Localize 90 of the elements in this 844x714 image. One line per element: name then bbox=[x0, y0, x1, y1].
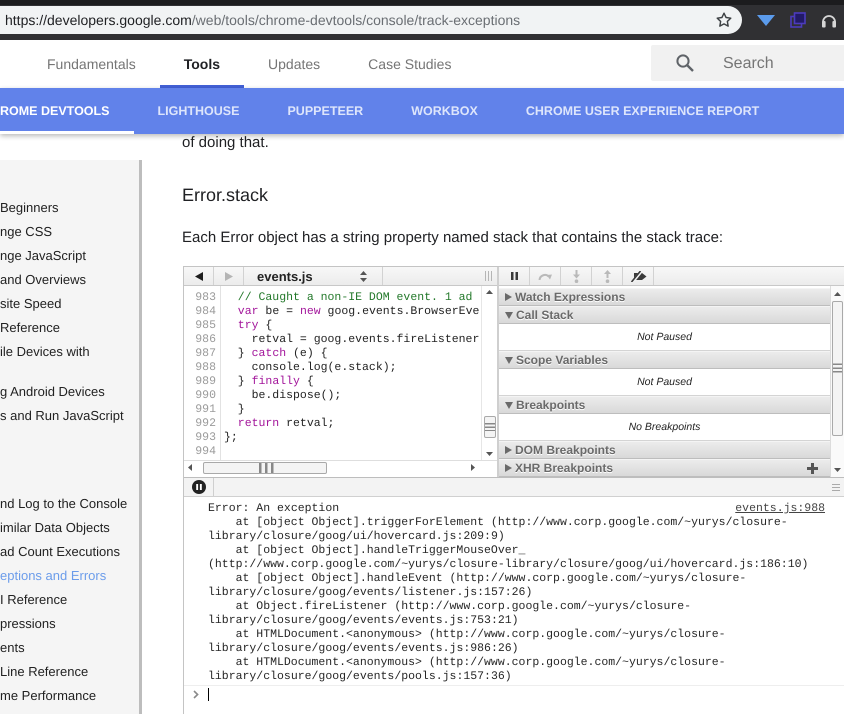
line-number: 994 bbox=[195, 445, 216, 459]
sidebar-link[interactable]: Reference bbox=[0, 316, 139, 340]
chevron-right-icon bbox=[193, 690, 199, 698]
squares-icon[interactable] bbox=[790, 12, 806, 28]
sidebar-link[interactable]: g Android Devices bbox=[0, 380, 139, 404]
sidebar-link[interactable]: nd Log to the Console bbox=[0, 492, 139, 516]
code-line: var be = new goog.events.BrowserEve bbox=[236, 305, 480, 319]
scrollbar-thumb[interactable] bbox=[832, 301, 843, 436]
code-line: } catch (e) { bbox=[236, 347, 328, 361]
sidebar-link[interactable]: pressions bbox=[0, 612, 139, 636]
scroll-down-icon bbox=[486, 452, 493, 456]
address-bar[interactable]: https://developers.google.com/web/tools/chrome-devtools/console/track-exceptions bbox=[0, 6, 742, 34]
line-number: 985 bbox=[195, 319, 216, 333]
search-icon bbox=[676, 54, 694, 72]
status-text: Not Paused bbox=[637, 331, 692, 343]
sidebar-link[interactable]: imilar Data Objects bbox=[0, 516, 139, 540]
code-line: } bbox=[236, 403, 245, 417]
section-header[interactable]: XHR Breakpoints bbox=[499, 459, 830, 477]
grip-icon[interactable] bbox=[485, 271, 492, 281]
sidebar-link[interactable]: ad Count Executions bbox=[0, 540, 139, 564]
scrollbar-track[interactable] bbox=[830, 286, 844, 477]
code-line: return retval; bbox=[236, 417, 334, 431]
line-number: 991 bbox=[195, 403, 216, 417]
line-number: 986 bbox=[195, 333, 216, 347]
updown-arrows-icon bbox=[360, 270, 366, 282]
section-header[interactable]: DOM Breakpoints bbox=[499, 441, 830, 459]
stack-trace-line: at [object Object].triggerForElement (http://www.corp.google.com/~yurys/closure- library/closure/goog/ui/hovercard.js:209:9) bbox=[208, 516, 788, 544]
sidebar-link[interactable]: Beginners bbox=[0, 196, 139, 220]
section-header[interactable]: Scope Variables bbox=[499, 351, 830, 369]
status-text: Not Paused bbox=[637, 376, 692, 388]
nav-tab[interactable]: ROME DEVTOOLS bbox=[0, 88, 134, 134]
code-line: retval = goog.events.fireListener bbox=[250, 333, 480, 347]
header-tab[interactable]: Fundamentals bbox=[23, 40, 160, 88]
section-heading: Error.stack bbox=[182, 184, 268, 207]
scroll-up-icon bbox=[486, 290, 493, 294]
section-header[interactable]: Call Stack bbox=[499, 306, 830, 324]
scrollbar-track[interactable] bbox=[184, 460, 497, 474]
down-triangle-icon[interactable] bbox=[757, 14, 775, 26]
header-tab[interactable]: Updates bbox=[244, 40, 344, 88]
stack-trace-line: at [object Object].handleTriggerMouseOver_ (http://www.corp.google.com/~yurys/closure-library/closure/goog/ui/hovercard.js:186:10) bbox=[208, 544, 808, 572]
sidebar-link[interactable]: me Performance bbox=[0, 684, 139, 708]
sidebar-link[interactable]: Line Reference bbox=[0, 660, 139, 684]
line-number: 987 bbox=[195, 347, 216, 361]
scroll-right-icon bbox=[471, 464, 475, 471]
stack-trace-line: at HTMLDocument.<anonymous> (http://www.corp.google.com/~yurys/closure- library/closure/goog/events/pools.js:157:36) bbox=[208, 656, 726, 684]
code-line: try { bbox=[236, 319, 272, 333]
sidebar-link[interactable]: nge JavaScript bbox=[0, 244, 139, 268]
line-number: 993 bbox=[195, 431, 216, 445]
line-number: 983 bbox=[195, 291, 216, 305]
scrollbar-track[interactable] bbox=[481, 286, 497, 460]
code-line: console.log(e.stack); bbox=[250, 361, 397, 375]
sidebar-link[interactable]: and Overviews bbox=[0, 268, 139, 292]
headphones-icon[interactable] bbox=[821, 12, 837, 28]
status-text: No Breakpoints bbox=[628, 421, 700, 433]
search-field[interactable]: Search bbox=[651, 45, 844, 81]
paragraph-text: Each Error object has a string property named stack that contains the stack trace: bbox=[182, 228, 724, 248]
star-icon[interactable] bbox=[716, 12, 732, 28]
stack-trace-line: at Object.fireListener (http://www.corp.google.com/~yurys/closure- library/closure/goog/events/events.js:753:21) bbox=[208, 600, 692, 628]
error-message: Error: An exception bbox=[208, 502, 340, 516]
plus-icon[interactable] bbox=[807, 462, 818, 474]
sidebar-link[interactable]: ile Devices with bbox=[0, 340, 139, 364]
scroll-down-icon bbox=[834, 468, 841, 472]
sidebar-link[interactable]: nge CSS bbox=[0, 220, 139, 244]
code-line: }; bbox=[224, 431, 238, 445]
section-header[interactable]: Watch Expressions bbox=[499, 288, 830, 306]
sidebar-link[interactable]: ents bbox=[0, 636, 139, 660]
scroll-left-icon bbox=[188, 464, 192, 471]
line-number: 990 bbox=[195, 389, 216, 403]
scrollbar-thumb[interactable] bbox=[203, 462, 327, 474]
sidebar-link[interactable]: I Reference bbox=[0, 588, 139, 612]
line-number: 989 bbox=[195, 375, 216, 389]
scroll-up-icon bbox=[834, 292, 841, 296]
url-text: https://developers.google.com/web/tools/chrome-devtools/console/track-exceptions bbox=[5, 12, 520, 28]
stack-trace-line: at [object Object].handleEvent (http://www.corp.google.com/~yurys/closure- library/closure/goog/events/listener.js:157:26) bbox=[208, 572, 746, 600]
line-number: 984 bbox=[195, 305, 216, 319]
section-header[interactable]: Breakpoints bbox=[499, 396, 830, 414]
code-line: // Caught a non-IE DOM event. 1 ad bbox=[236, 291, 472, 305]
line-number: 988 bbox=[195, 361, 216, 375]
header-tab[interactable]: Case Studies bbox=[344, 40, 476, 88]
scrollbar-thumb[interactable] bbox=[484, 416, 496, 438]
sidebar-link[interactable]: s and Run JavaScript bbox=[0, 404, 139, 428]
code-line: } finally { bbox=[236, 375, 314, 389]
stack-trace-line: at HTMLDocument.<anonymous> (http://www.corp.google.com/~yurys/closure- library/closure/goog/events/events.js:986:26) bbox=[208, 628, 726, 656]
menu-icon[interactable] bbox=[832, 484, 840, 490]
code-line: be.dispose(); bbox=[250, 389, 342, 403]
source-link[interactable]: events.js:988 bbox=[735, 502, 825, 516]
text-cursor bbox=[208, 688, 209, 700]
line-number: 992 bbox=[195, 417, 216, 431]
sidebar-link[interactable]: site Speed bbox=[0, 292, 139, 316]
paragraph-text: of doing that. bbox=[182, 135, 269, 151]
